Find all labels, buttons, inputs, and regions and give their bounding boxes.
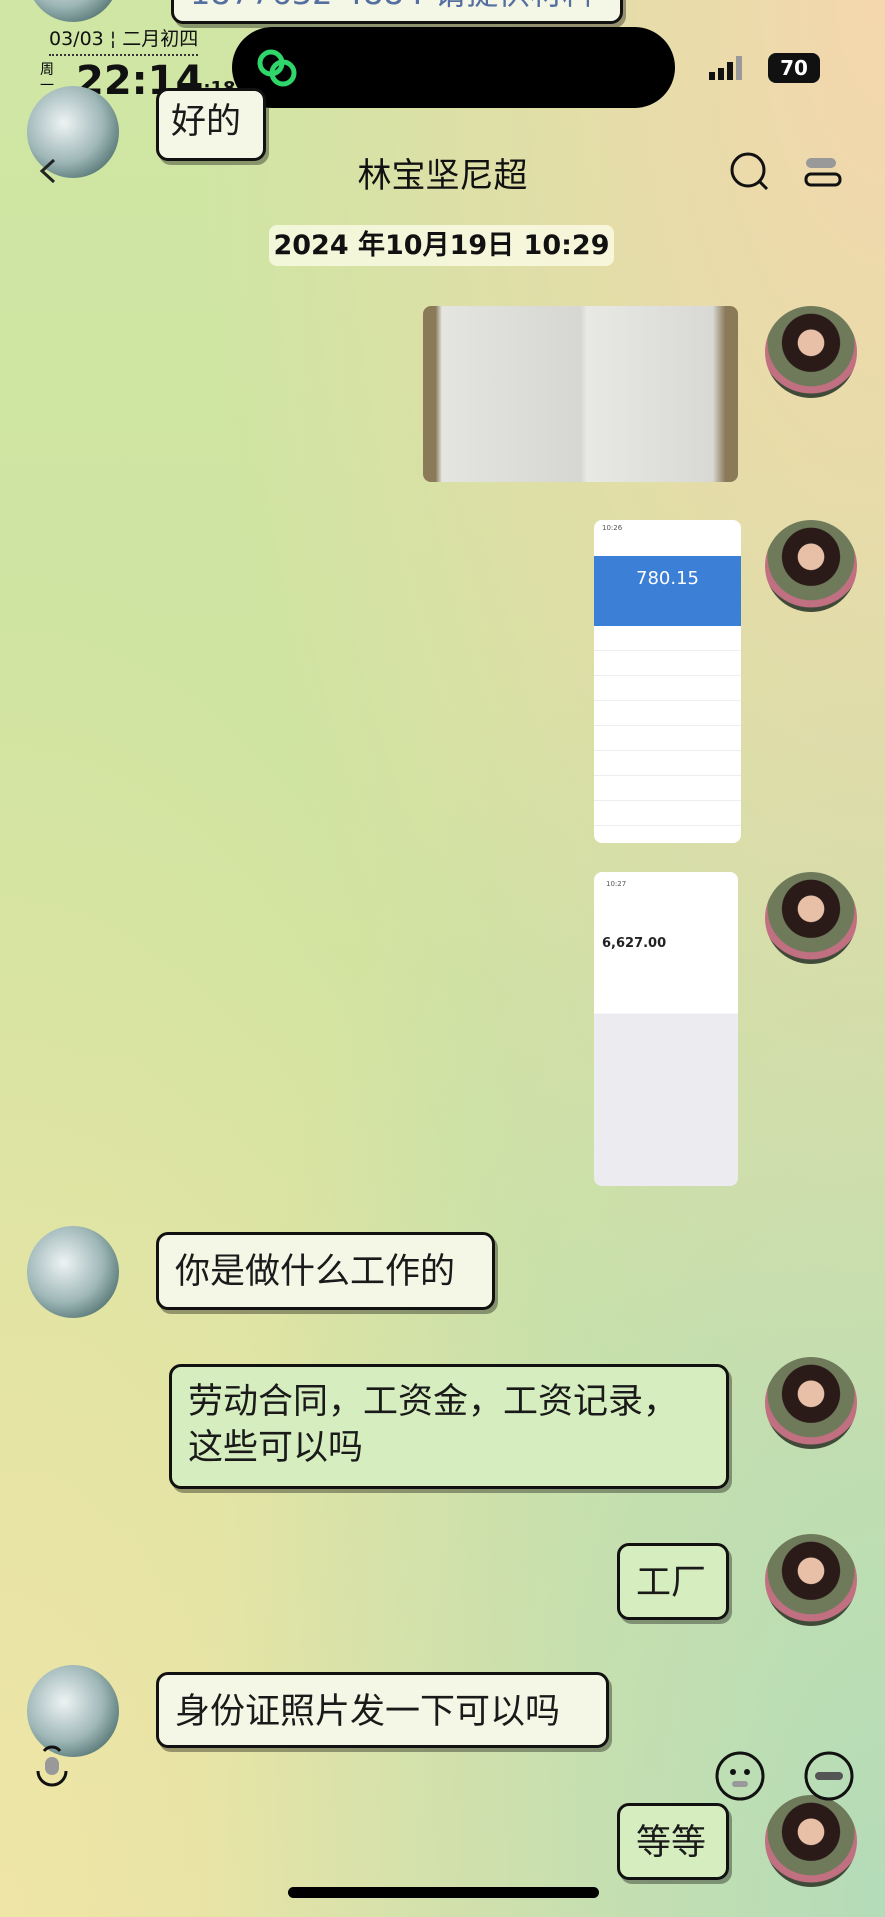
status-weekday: 周一 (40, 62, 54, 94)
image-message-document[interactable] (423, 306, 738, 482)
link-icon (257, 49, 297, 87)
screenshot-amount: 6,627.00 (602, 936, 667, 951)
microphone-icon[interactable] (32, 1745, 72, 1795)
contact-avatar[interactable] (27, 1226, 119, 1318)
my-avatar[interactable] (765, 1534, 857, 1626)
search-icon[interactable] (728, 150, 772, 194)
more-icon[interactable] (803, 1750, 855, 1802)
contact-avatar[interactable] (27, 1665, 119, 1757)
signal-icon (709, 56, 742, 80)
date-separator: 2024 年10月19日 10:29 (269, 225, 614, 266)
my-avatar[interactable] (765, 520, 857, 612)
status-date: 03/03 ¦ 二月初四 (49, 24, 199, 56)
dynamic-island[interactable] (232, 27, 675, 108)
home-indicator[interactable] (288, 1887, 599, 1898)
image-message-screenshot[interactable]: 10:26 780.15 (594, 520, 741, 843)
message-bubble[interactable]: 劳动合同，工资金，工资记录，这些可以吗 (169, 1364, 729, 1489)
menu-icon[interactable] (802, 154, 842, 190)
my-avatar[interactable] (765, 872, 857, 964)
message-bubble[interactable]: 1877632 4884 请提供材料 (171, 0, 623, 24)
my-avatar[interactable] (765, 1795, 857, 1887)
message-bubble[interactable]: 等等 (617, 1803, 729, 1880)
message-bubble[interactable]: 工厂 (617, 1543, 729, 1620)
my-avatar[interactable] (765, 306, 857, 398)
my-avatar[interactable] (765, 1357, 857, 1449)
message-bubble[interactable]: 身份证照片发一下可以吗 (156, 1672, 609, 1748)
battery-indicator: 70 (768, 53, 820, 83)
image-message-screenshot[interactable]: 10:27 6,627.00 (594, 872, 738, 1186)
message-bubble[interactable]: 你是做什么工作的 (156, 1232, 495, 1310)
contact-avatar[interactable] (27, 0, 119, 22)
emoji-icon[interactable] (714, 1750, 766, 1802)
screenshot-amount: 780.15 (594, 556, 741, 626)
